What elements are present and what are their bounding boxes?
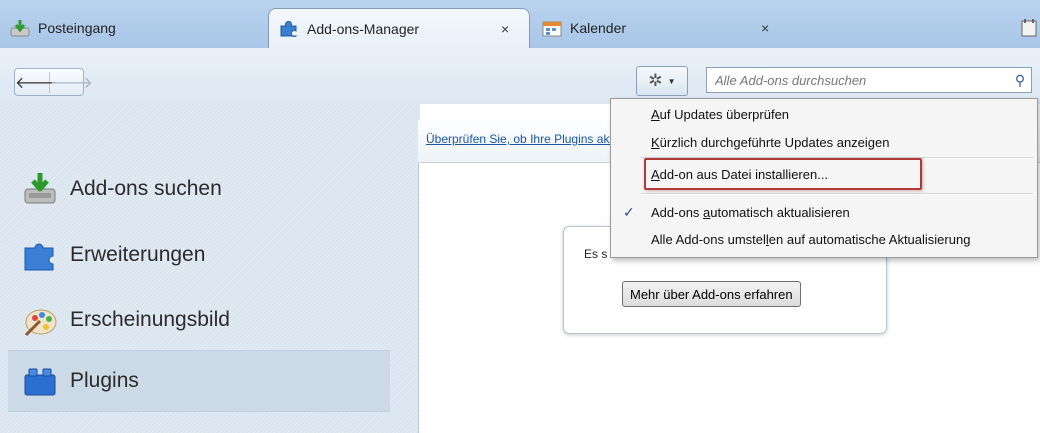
search-input[interactable] bbox=[713, 71, 1009, 89]
tab-strip: Posteingang Add-ons-Manager × Kalender × bbox=[0, 0, 1040, 48]
learn-more-button[interactable]: Mehr über Add-ons erfahren bbox=[622, 281, 801, 307]
sidebar-item-label: Erweiterungen bbox=[70, 243, 206, 266]
mnemonic-letter: K bbox=[651, 135, 660, 150]
mnemonic-letter: a bbox=[703, 205, 711, 220]
tab-add-ons-manager[interactable]: Add-ons-Manager × bbox=[268, 8, 530, 48]
menu-separator bbox=[641, 193, 1033, 195]
sidebar-item-erscheinungsbild[interactable]: Erscheinungsbild bbox=[22, 291, 390, 349]
tab-label: Add-ons-Manager bbox=[307, 20, 420, 37]
back-button[interactable]: 🡐 bbox=[15, 71, 58, 93]
menu-item-auto-update[interactable]: Add-ons automatisch aktualisieren bbox=[651, 205, 850, 220]
tab-overflow-calendar[interactable] bbox=[1020, 8, 1040, 48]
sidebar-item-label: Add-ons suchen bbox=[70, 177, 222, 200]
highlight-annotation-box bbox=[644, 158, 922, 190]
puzzle-piece-icon bbox=[280, 20, 298, 37]
inbox-download-icon bbox=[10, 20, 30, 37]
tab-kalender[interactable]: Kalender × bbox=[532, 8, 804, 48]
empty-state-text: Es s bbox=[584, 247, 608, 261]
search-icon[interactable]: ⚲ bbox=[1009, 72, 1031, 89]
tab-label: Kalender bbox=[570, 20, 627, 36]
sidebar-item-label: Plugins bbox=[70, 369, 139, 392]
tab-label: Posteingang bbox=[38, 20, 116, 36]
gear-icon: ✲ bbox=[648, 71, 663, 90]
sidebar-item-add-ons-suchen[interactable]: Add-ons suchen bbox=[22, 160, 390, 218]
menu-item-reset-auto-update[interactable]: Alle Add-ons umstellen auf automatische … bbox=[651, 232, 970, 247]
sidebar-item-plugins[interactable]: Plugins bbox=[8, 350, 390, 412]
download-tray-icon bbox=[24, 173, 56, 204]
mnemonic-letter: A bbox=[651, 107, 660, 122]
checkmark-icon: ✓ bbox=[623, 204, 635, 220]
calendar-icon bbox=[1021, 19, 1037, 37]
sidebar-item-label: Erscheinungsbild bbox=[70, 308, 230, 331]
sidebar-item-erweiterungen[interactable]: Erweiterungen bbox=[22, 226, 390, 284]
chevron-down-icon: ▼ bbox=[667, 76, 676, 86]
puzzle-piece-icon bbox=[24, 243, 54, 271]
close-icon[interactable]: × bbox=[501, 21, 509, 37]
menu-item-check-updates[interactable]: Auf Updates überprüfen bbox=[651, 107, 789, 122]
search-field[interactable]: ⚲ bbox=[706, 67, 1032, 93]
navigation-buttons: 🡐 🡒 bbox=[14, 68, 93, 96]
paint-palette-icon bbox=[24, 309, 57, 337]
mnemonic-letter: l bbox=[765, 232, 769, 247]
menu-item-recent-updates[interactable]: Kürzlich durchgeführte Updates anzeigen bbox=[651, 135, 889, 150]
tab-posteingang[interactable]: Posteingang bbox=[0, 8, 270, 48]
tools-menu-button[interactable]: ✲ ▼ bbox=[636, 66, 688, 96]
plugin-check-link[interactable]: Überprüfen Sie, ob Ihre Plugins aktuell … bbox=[426, 132, 616, 146]
calendar-icon bbox=[542, 21, 562, 37]
plugin-blocks-icon bbox=[24, 368, 56, 396]
close-icon[interactable]: × bbox=[761, 20, 769, 36]
forward-button[interactable]: 🡒 bbox=[50, 72, 93, 93]
